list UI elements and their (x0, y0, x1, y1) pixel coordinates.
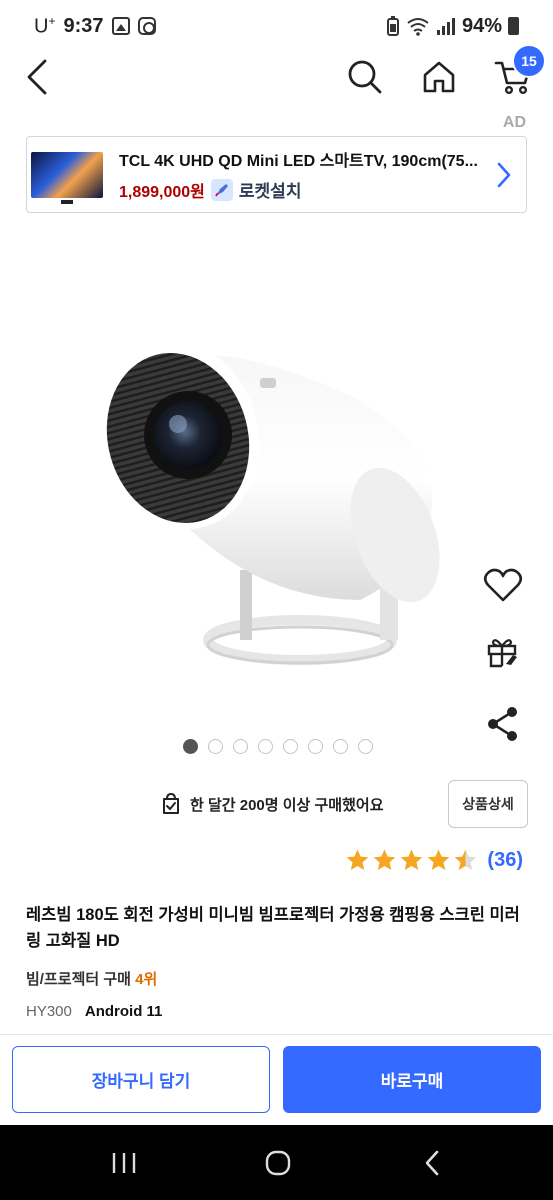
system-back-button[interactable] (402, 1143, 462, 1183)
status-right: 94% (386, 15, 519, 38)
gift-icon (487, 639, 517, 668)
ad-text: TCL 4K UHD QD Mini LED 스마트TV, 190cm(75..… (119, 147, 492, 202)
star-icon (455, 849, 477, 870)
search-icon (348, 60, 382, 94)
pager-dot[interactable] (308, 739, 323, 754)
star-icon (428, 849, 450, 870)
pager-dot[interactable] (358, 739, 373, 754)
gallery-notification-icon (111, 17, 130, 35)
battery-saver-icon (386, 16, 399, 36)
category-rank[interactable]: 빔/프로젝터 구매 4위 (26, 968, 157, 989)
back-button[interactable] (12, 52, 62, 102)
clock: 9:37 (63, 14, 104, 37)
add-to-cart-button[interactable]: 장바구니 담기 (12, 1046, 270, 1113)
product-image[interactable] (60, 300, 480, 700)
shopping-bag-check-icon (163, 793, 179, 814)
signal-icon (436, 18, 455, 35)
system-back-icon (425, 1150, 439, 1176)
ad-thumbnail (31, 151, 103, 204)
star-icon (347, 849, 369, 870)
pager-dot[interactable] (208, 739, 223, 754)
pager-dot[interactable] (258, 739, 273, 754)
battery-percent: 94% (461, 14, 502, 37)
purchase-info-text: 한 달간 200명 이상 구매했어요 (190, 796, 384, 814)
pager-dot[interactable] (283, 739, 298, 754)
wifi-icon (407, 18, 429, 36)
status-left: U+ 9:37 (34, 14, 156, 39)
share-icon (488, 707, 517, 741)
pager-dot[interactable] (333, 739, 348, 754)
wishlist-button[interactable] (478, 560, 528, 610)
rank-value: 4위 (135, 971, 158, 988)
rocket-install-icon (210, 178, 233, 201)
home-icon (423, 61, 455, 93)
carrier: U+ (34, 14, 55, 39)
search-button[interactable] (340, 52, 390, 102)
battery-icon (508, 17, 519, 35)
projector-image (100, 341, 440, 665)
instagram-notification-icon (137, 17, 156, 35)
rating-stars (345, 848, 478, 873)
recent-apps-icon (112, 1153, 136, 1173)
pager-dot[interactable] (183, 739, 198, 754)
product-detail-button[interactable]: 상품상세 (448, 780, 528, 828)
system-home-button[interactable] (248, 1143, 308, 1183)
star-icon (401, 849, 423, 870)
model-name: HY300 (26, 1003, 72, 1020)
system-navigation-bar (0, 1125, 553, 1200)
ad-label: AD (502, 114, 526, 131)
image-pager (183, 739, 373, 754)
ad-title: TCL 4K UHD QD Mini LED 스마트TV, 190cm(75..… (119, 153, 478, 170)
back-arrow-icon (27, 59, 47, 95)
rocket-install-label: 로켓설치 (238, 182, 302, 201)
carrier-name: U (34, 15, 49, 38)
buy-now-button[interactable]: 바로구매 (283, 1046, 541, 1113)
recent-apps-button[interactable] (94, 1143, 154, 1183)
carrier-sup: + (48, 13, 56, 28)
bottom-action-bar: 장바구니 담기 바로구매 (0, 1035, 553, 1125)
home-circle-icon (265, 1150, 291, 1176)
top-navigation (0, 52, 553, 102)
star-icon (374, 849, 396, 870)
chevron-right-icon (492, 160, 516, 190)
pager-dot[interactable] (233, 739, 248, 754)
cart-count-badge: 15 (512, 44, 546, 78)
heart-icon (483, 568, 523, 602)
review-count[interactable]: (36) (487, 849, 523, 872)
product-options: HY300 Android 11 (26, 1003, 162, 1020)
share-button[interactable] (478, 699, 528, 749)
gift-button[interactable] (478, 626, 528, 676)
home-button[interactable] (414, 52, 464, 102)
status-bar: U+ 9:37 94% (0, 0, 553, 52)
ad-price: 1,899,000원 (119, 183, 205, 201)
ad-banner[interactable]: TCL 4K UHD QD Mini LED 스마트TV, 190cm(75..… (26, 136, 527, 213)
product-title: 레츠빔 180도 회전 가성비 미니빔 빔프로젝터 가정용 캠핑용 스크린 미러… (26, 906, 520, 950)
ad-subline: 1,899,000원 로켓설치 (119, 177, 492, 202)
purchase-info: 한 달간 200명 이상 구매했어요 (162, 793, 384, 815)
category-label: 빔/프로젝터 구매 (26, 971, 131, 988)
os-version: Android 11 (84, 1003, 163, 1020)
rating[interactable]: (36) (345, 848, 523, 873)
